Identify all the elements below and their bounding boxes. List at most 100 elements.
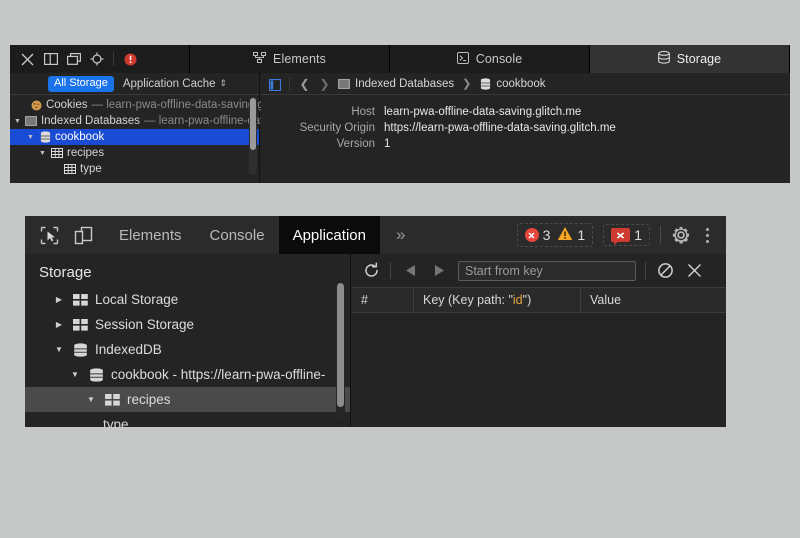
tab-console[interactable]: Console xyxy=(390,45,590,73)
table-icon xyxy=(72,317,88,333)
tab-elements[interactable]: Elements xyxy=(190,45,390,73)
sidebar-item-indexeddb[interactable]: ▼ IndexedDB xyxy=(25,337,350,362)
breadcrumb-item-indexed-databases[interactable]: Indexed Databases xyxy=(338,78,454,90)
sidebar-scrollbar[interactable] xyxy=(249,97,257,175)
sidebar-item-label: type xyxy=(103,417,129,427)
inspect-target-icon[interactable] xyxy=(89,52,104,67)
bottom-panel-tabbar: Elements Console Application » 3 xyxy=(25,216,726,255)
disclosure-triangle[interactable]: ▶ xyxy=(53,295,65,304)
devtools-panel-bottom: Elements Console Application » 3 xyxy=(25,216,726,427)
toolbar-divider xyxy=(289,77,290,91)
database-details: Host learn-pwa-offline-data-saving.glitc… xyxy=(261,95,790,152)
warning-count: 1 xyxy=(577,227,585,243)
folder-db-icon xyxy=(25,115,37,127)
error-count: 3 xyxy=(543,227,551,243)
idb-table-header: # Key (Key path: "id") Value xyxy=(352,288,726,313)
copy-panel-icon[interactable] xyxy=(66,52,81,67)
clear-no-entry-icon[interactable] xyxy=(655,261,675,281)
error-count-badge[interactable]: 3 xyxy=(525,227,551,243)
sidebar-item-recipes[interactable]: ▼ recipes xyxy=(25,387,350,412)
breadcrumb-forward-icon[interactable]: ❯ xyxy=(318,77,331,91)
detail-value: 1 xyxy=(384,136,390,152)
tab-elements[interactable]: Elements xyxy=(105,216,196,254)
disclosure-triangle[interactable]: ▼ xyxy=(26,134,35,141)
error-circle-icon[interactable] xyxy=(123,52,138,67)
table-icon xyxy=(72,292,88,308)
sidebar-item-cookbook[interactable]: ▼ cookbook - https://learn-pwa-offline- xyxy=(25,362,350,387)
tab-storage[interactable]: Storage xyxy=(590,45,790,73)
storage-filter-bar: All Storage Application Cache ⇕ xyxy=(10,73,259,95)
disclosure-triangle[interactable]: ▼ xyxy=(14,118,21,125)
gear-icon[interactable] xyxy=(671,225,691,245)
sidebar-item-session-storage[interactable]: ▶ Session Storage xyxy=(25,312,350,337)
tree-item-label: cookbook xyxy=(55,131,104,143)
tree-item-type[interactable]: ▼ type xyxy=(10,161,259,177)
disclosure-triangle[interactable]: ▼ xyxy=(69,370,81,379)
tree-item-label: recipes xyxy=(67,147,104,159)
application-cache-select[interactable]: Application Cache ⇕ xyxy=(123,78,227,90)
issue-counts-group[interactable]: 3 1 xyxy=(517,223,594,247)
start-from-key-input[interactable] xyxy=(458,261,636,281)
play-forward-icon[interactable] xyxy=(429,261,449,281)
more-tabs-icon[interactable]: » xyxy=(380,216,417,254)
bottom-panel-body: Storage ▶ Local Storage ▶ Session Storag… xyxy=(25,254,726,427)
scrollbar-thumb[interactable] xyxy=(337,283,344,407)
storage-icon xyxy=(658,51,670,67)
tab-label: Console xyxy=(210,227,265,244)
message-count: 1 xyxy=(634,227,642,243)
refresh-icon[interactable] xyxy=(361,261,381,281)
tab-console[interactable]: Console xyxy=(196,216,279,254)
table-icon xyxy=(51,147,63,159)
tree-item-indexed-databases[interactable]: ▼ Indexed Databases — learn-pwa-offline-… xyxy=(10,113,259,129)
disclosure-triangle[interactable]: ▼ xyxy=(85,395,97,404)
sidebar-item-type[interactable]: type xyxy=(25,412,350,427)
database-icon xyxy=(88,367,104,383)
warning-count-badge[interactable]: 1 xyxy=(557,226,585,244)
message-count-group[interactable]: 1 xyxy=(603,224,650,246)
tree-item-cookies[interactable]: ▼ Cookies — learn-pwa-offline-data-savin… xyxy=(10,97,259,113)
sidebar-item-local-storage[interactable]: ▶ Local Storage xyxy=(25,287,350,312)
tab-label: Storage xyxy=(677,52,721,66)
key-path-prefix: Key (Key path: " xyxy=(423,293,513,307)
detail-row-host: Host learn-pwa-offline-data-saving.glitc… xyxy=(261,104,790,120)
tree-item-cookbook[interactable]: ▼ cookbook xyxy=(10,129,259,145)
idb-data-toolbar xyxy=(352,254,726,288)
split-panel-icon[interactable] xyxy=(43,52,58,67)
disclosure-triangle[interactable]: ▶ xyxy=(53,320,65,329)
disclosure-triangle: ▼ xyxy=(51,166,60,173)
bottom-panel-status-tools: 3 1 1 xyxy=(517,216,726,254)
close-icon[interactable] xyxy=(20,52,35,67)
console-icon xyxy=(457,52,469,67)
top-panel-tool-icons xyxy=(10,45,190,73)
warning-triangle-icon xyxy=(557,226,573,244)
column-header-key[interactable]: Key (Key path: "id") xyxy=(414,288,581,312)
disclosure-triangle: ▼ xyxy=(20,102,27,109)
detail-value: https://learn-pwa-offline-data-saving.gl… xyxy=(384,120,616,136)
all-storage-pill[interactable]: All Storage xyxy=(48,76,114,92)
key-path-suffix: ") xyxy=(523,293,532,307)
close-x-icon[interactable] xyxy=(684,261,704,281)
disclosure-triangle[interactable]: ▼ xyxy=(38,150,47,157)
column-header-index[interactable]: # xyxy=(352,288,414,312)
toggle-sidebar-icon[interactable] xyxy=(269,78,281,90)
play-back-icon[interactable] xyxy=(400,261,420,281)
database-icon xyxy=(39,131,51,143)
sidebar-scrollbar[interactable] xyxy=(336,282,345,420)
breadcrumb-separator: ❯ xyxy=(462,77,471,90)
column-header-value[interactable]: Value xyxy=(581,288,726,312)
tab-application[interactable]: Application xyxy=(279,216,380,254)
devtools-panel-top: Elements Console Storage All Storage xyxy=(10,45,790,183)
application-sidebar: Storage ▶ Local Storage ▶ Session Storag… xyxy=(25,254,351,427)
sidebar-item-label: Session Storage xyxy=(95,317,194,332)
bottom-panel-tabs: Elements Console Application xyxy=(105,216,380,254)
breadcrumb-back-icon[interactable]: ❮ xyxy=(298,77,311,91)
message-count-badge[interactable]: 1 xyxy=(611,227,642,243)
inspect-cursor-icon[interactable] xyxy=(39,225,59,245)
kebab-menu-icon[interactable] xyxy=(701,228,714,243)
breadcrumb-item-cookbook[interactable]: cookbook xyxy=(479,78,545,90)
select-value: Application Cache xyxy=(123,78,216,90)
tree-item-recipes[interactable]: ▼ recipes xyxy=(10,145,259,161)
device-toggle-icon[interactable] xyxy=(73,225,93,245)
disclosure-triangle[interactable]: ▼ xyxy=(53,345,65,354)
scrollbar-thumb[interactable] xyxy=(250,98,256,150)
